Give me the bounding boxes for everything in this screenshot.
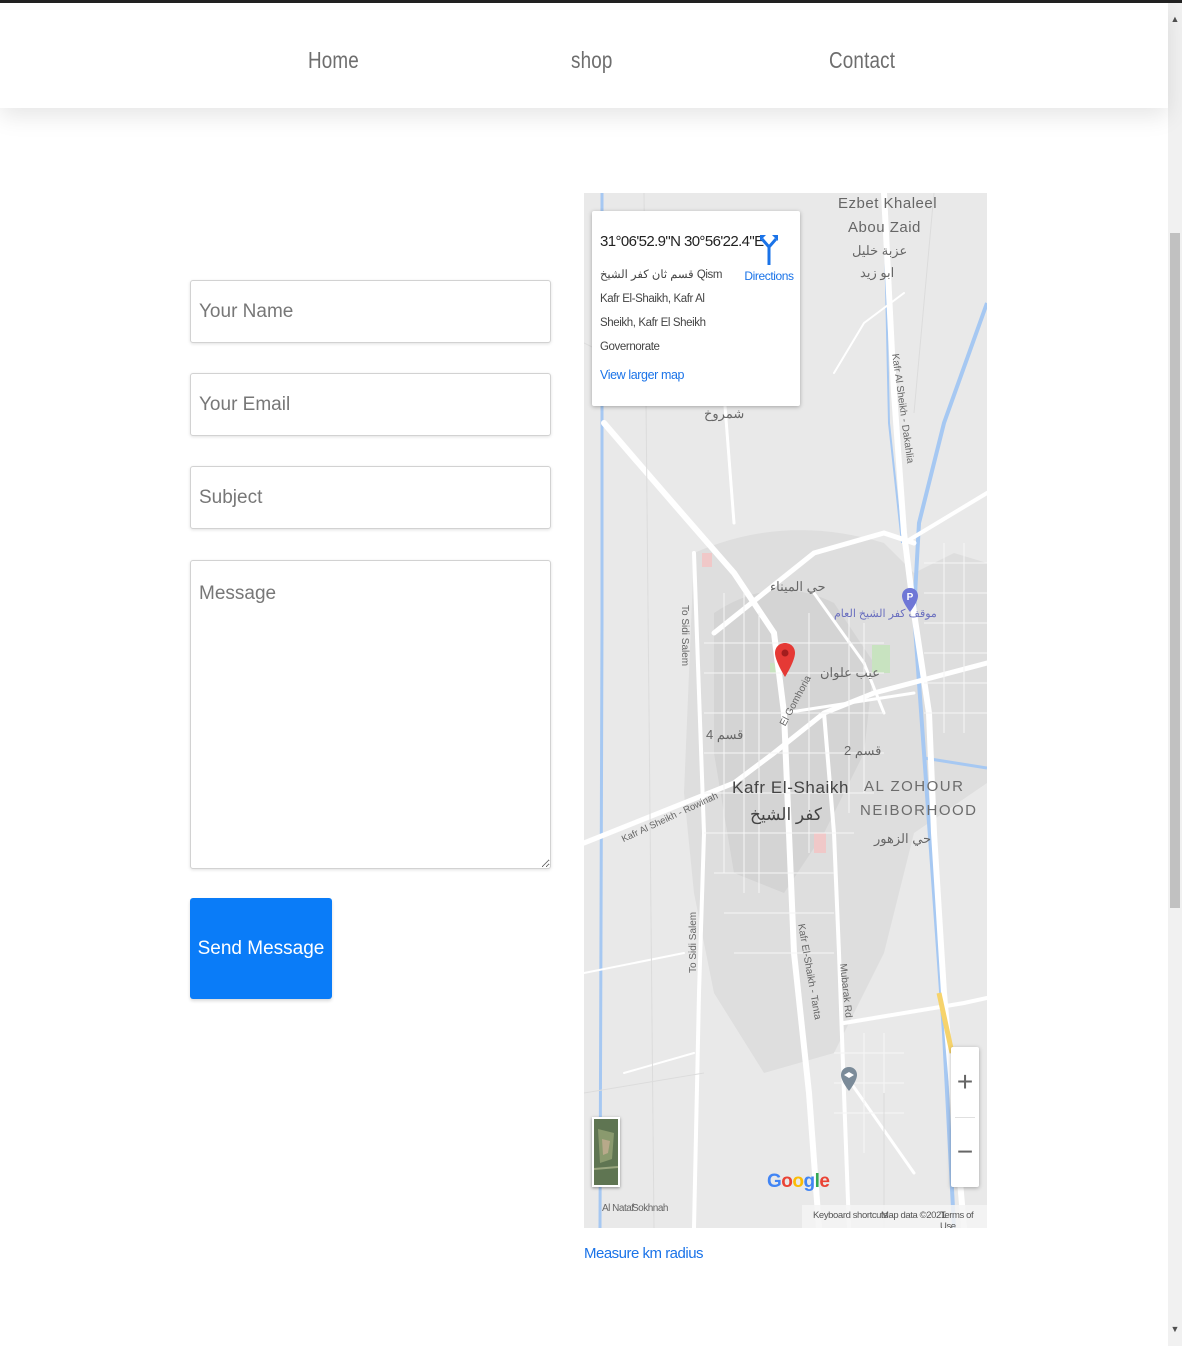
map-label-alwan: عيب علوان: [820, 665, 880, 680]
school-icon[interactable]: [841, 1067, 857, 1117]
map-label-ezbet: Ezbet Khaleel: [838, 195, 938, 212]
map-label-ezbet-ar: عزبة خليل: [852, 243, 908, 258]
map-label-hay-zohour: حي الزهور: [874, 831, 932, 846]
scroll-thumb[interactable]: [1170, 233, 1180, 908]
google-logo: Google: [767, 1171, 830, 1192]
message-textarea[interactable]: [190, 560, 551, 869]
map-label-abou-zaid-ar: ابو زيد: [860, 265, 895, 280]
directions-button[interactable]: Directions: [742, 233, 796, 283]
directions-label: Directions: [744, 269, 794, 283]
map-label-al-zohour: AL ZOHOUR: [864, 778, 965, 795]
map-pin-icon[interactable]: [775, 643, 795, 711]
send-message-button[interactable]: Send Message: [190, 898, 332, 999]
place-address: قسم ثان كفر الشيخ Qism Kafr El-Shaikh, K…: [600, 269, 723, 353]
page-scrollbar[interactable]: ▲ ▼: [1168, 3, 1182, 1346]
map-label-abou-zaid: Abou Zaid: [848, 219, 921, 236]
zoom-in-button[interactable]: +: [951, 1047, 979, 1117]
map-label-qism2: قسم 2: [844, 743, 882, 758]
zoom-controls: + −: [951, 1047, 979, 1187]
map-label-to-sidi-salem-north: To Sidi Salem: [679, 605, 690, 667]
subject-input[interactable]: [190, 466, 551, 529]
svg-text:P: P: [907, 592, 914, 603]
map-label-to-sidi-salem-south: To Sidi Salem: [688, 911, 699, 973]
email-input[interactable]: [190, 373, 551, 436]
navbar: Home shop Contact: [0, 3, 1168, 108]
satellite-thumbnail-icon: [594, 1119, 618, 1185]
scroll-down-arrow-icon[interactable]: ▼: [1168, 1321, 1182, 1337]
map-label-neighborhood: NEIBORHOOD: [860, 802, 978, 819]
map-label-mawqaf: موقف كفر الشيخ العام: [834, 608, 937, 620]
directions-icon: [760, 235, 778, 265]
view-larger-map-link[interactable]: View larger map: [600, 368, 684, 382]
map-label-kafr-ar: كفر الشيخ: [750, 805, 822, 824]
zoom-out-button[interactable]: −: [951, 1117, 979, 1187]
place-info-card: 31°06'52.9"N 30°56'22.4"E قسم ثان كفر ال…: [592, 211, 800, 406]
map-data-text: Map data ©2021: [881, 1210, 946, 1221]
satellite-toggle[interactable]: [592, 1117, 620, 1187]
nav-contact[interactable]: Contact: [829, 47, 895, 74]
zoom-divider: [955, 1117, 975, 1118]
parking-icon[interactable]: P: [902, 588, 918, 630]
map-footer: Keyboard shortcuts Map data ©2021 Terms …: [584, 1205, 987, 1228]
map-label-qism4: قسم 4: [706, 727, 744, 742]
keyboard-shortcuts-link[interactable]: Keyboard shortcuts: [813, 1210, 888, 1221]
scroll-up-arrow-icon[interactable]: ▲: [1168, 11, 1182, 27]
measure-radius-link[interactable]: Measure km radius: [584, 1245, 704, 1262]
map-label-shamroukh: شمروخ: [704, 406, 745, 421]
nav-shop[interactable]: shop: [571, 47, 613, 74]
google-map[interactable]: Ezbet Khaleel Abou Zaid عزبة خليل ابو زي…: [584, 193, 987, 1228]
map-label-kafr: Kafr El-Shaikh: [732, 778, 850, 797]
nav-home[interactable]: Home: [308, 47, 359, 74]
map-label-hay-mina: حي الميناء: [770, 579, 826, 594]
terms-of-use-link[interactable]: Terms of Use: [940, 1210, 987, 1228]
name-input[interactable]: [190, 280, 551, 343]
